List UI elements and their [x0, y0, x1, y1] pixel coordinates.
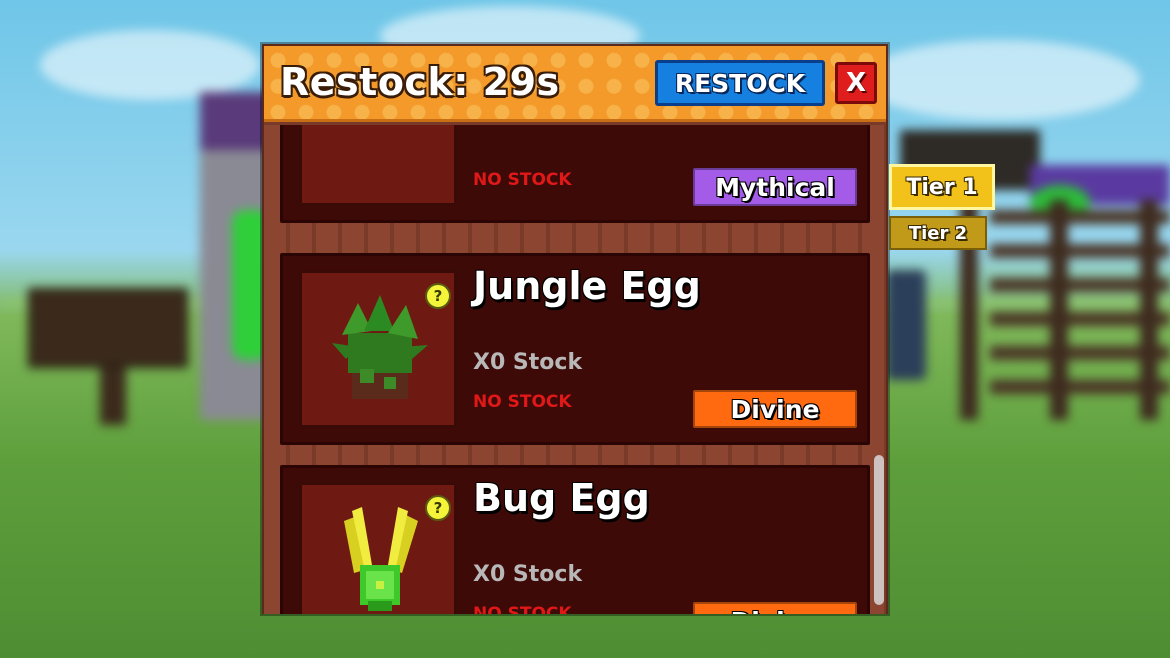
egg-list[interactable]: NO STOCK Mythical ? Jungle Egg X0 Stock … — [264, 125, 886, 614]
no-stock-label: NO STOCK — [473, 392, 572, 412]
no-stock-label: NO STOCK — [473, 170, 572, 190]
player-avatar — [886, 270, 926, 380]
list-item[interactable]: NO STOCK Mythical — [280, 125, 870, 223]
shop-header: Restock: 29s RESTOCK X — [264, 46, 886, 122]
tab-tier-1[interactable]: Tier 1 — [889, 164, 995, 210]
list-item[interactable]: ? Bug Egg X0 Stock NO STOCK Divine — [280, 465, 870, 614]
egg-thumbnail — [299, 125, 457, 206]
egg-thumbnail: ? — [299, 270, 457, 428]
restock-timer: Restock: 29s — [280, 60, 560, 104]
egg-name: Jungle Egg — [473, 264, 701, 308]
egg-shop-panel: Restock: 29s RESTOCK X NO STOCK Mythical — [262, 44, 888, 614]
restock-button[interactable]: RESTOCK — [655, 60, 825, 106]
tab-tier-2[interactable]: Tier 2 — [889, 216, 987, 250]
close-button[interactable]: X — [835, 62, 877, 104]
stock-count: X0 Stock — [473, 350, 583, 375]
egg-thumbnail: ? — [299, 482, 457, 614]
rarity-badge: Divine — [693, 390, 857, 428]
rarity-badge: Mythical — [693, 168, 857, 206]
info-icon[interactable]: ? — [425, 283, 451, 309]
info-icon[interactable]: ? — [425, 495, 451, 521]
no-stock-label: NO STOCK — [473, 604, 572, 614]
scrollbar[interactable] — [874, 455, 884, 605]
egg-name: Bug Egg — [473, 476, 650, 520]
blurred-sign — [28, 288, 188, 368]
stock-count: X0 Stock — [473, 562, 583, 587]
list-item[interactable]: ? Jungle Egg X0 Stock NO STOCK Divine — [280, 253, 870, 445]
rarity-badge: Divine — [693, 602, 857, 614]
